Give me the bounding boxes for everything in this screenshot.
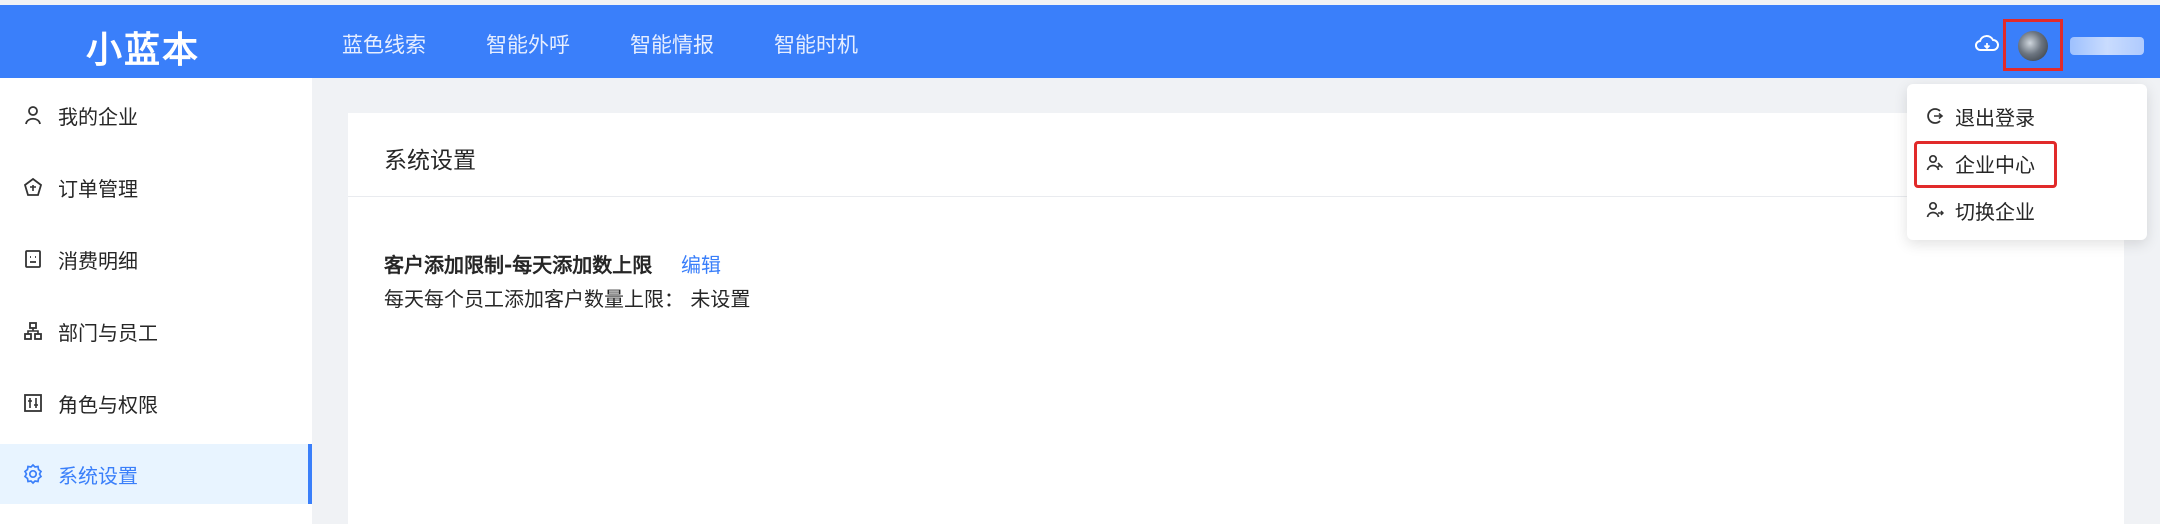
page-title: 系统设置	[384, 148, 476, 174]
sidebar-item-my-enterprise[interactable]: 我的企业	[0, 85, 312, 145]
nav-item-leads[interactable]: 蓝色线索	[342, 29, 426, 59]
menu-item-label: 企业中心	[1955, 152, 2035, 177]
cloud-icon[interactable]	[1974, 33, 2000, 55]
nav-item-timing[interactable]: 智能时机	[774, 29, 858, 59]
sidebar-item-label: 我的企业	[58, 104, 138, 129]
sidebar-item-settings[interactable]: 系统设置	[0, 444, 312, 504]
top-bar: 小蓝本 蓝色线索 智能外呼 智能情报 智能时机	[0, 5, 2160, 78]
sidebar: 我的企业 订单管理 消费明细 部门与员工 角色与权限 系统设置	[0, 78, 312, 524]
limit-description: 每天每个员工添加客户数量上限： 未设置	[384, 287, 751, 311]
sidebar-item-label: 订单管理	[58, 176, 138, 201]
avatar-highlight-box	[2003, 19, 2063, 71]
menu-item-label: 退出登录	[1955, 105, 2035, 130]
logo[interactable]: 小蓝本	[86, 21, 200, 73]
divider	[348, 196, 2124, 197]
switch-icon	[1925, 200, 1945, 220]
logout-icon	[1925, 106, 1945, 126]
sidebar-item-departments[interactable]: 部门与员工	[0, 301, 312, 361]
sidebar-item-roles[interactable]: 角色与权限	[0, 373, 312, 433]
menu-item-enterprise-center[interactable]: 企业中心	[1907, 141, 2147, 185]
user-dropdown-menu: 退出登录 企业中心 切换企业	[1907, 84, 2147, 240]
nav-item-intelligence[interactable]: 智能情报	[630, 29, 714, 59]
user-icon	[22, 104, 44, 126]
sidebar-item-label: 消费明细	[58, 248, 138, 273]
enterprise-icon	[1925, 153, 1945, 173]
sidebar-item-label: 角色与权限	[58, 392, 158, 417]
username-blurred[interactable]	[2070, 37, 2144, 55]
nav-item-outbound-call[interactable]: 智能外呼	[486, 29, 570, 59]
sidebar-item-orders[interactable]: 订单管理	[0, 157, 312, 217]
menu-item-label: 切换企业	[1955, 199, 2035, 224]
edit-link[interactable]: 编辑	[681, 249, 721, 278]
sidebar-item-label: 部门与员工	[58, 320, 158, 345]
top-nav: 蓝色线索 智能外呼 智能情报 智能时机	[342, 29, 918, 59]
menu-item-logout[interactable]: 退出登录	[1907, 94, 2147, 138]
bill-icon	[22, 248, 44, 270]
gear-icon	[22, 463, 44, 485]
menu-item-switch-enterprise[interactable]: 切换企业	[1907, 188, 2147, 232]
sidebar-item-label: 系统设置	[58, 463, 138, 488]
avatar-icon[interactable]	[2018, 31, 2048, 61]
sidebar-item-consumption[interactable]: 消费明细	[0, 229, 312, 289]
limit-section-title: 客户添加限制-每天添加数上限	[384, 253, 653, 277]
org-icon	[22, 320, 44, 342]
permission-icon	[22, 392, 44, 414]
settings-card: 系统设置 客户添加限制-每天添加数上限 编辑 每天每个员工添加客户数量上限： 未…	[348, 113, 2124, 524]
order-icon	[22, 176, 44, 198]
